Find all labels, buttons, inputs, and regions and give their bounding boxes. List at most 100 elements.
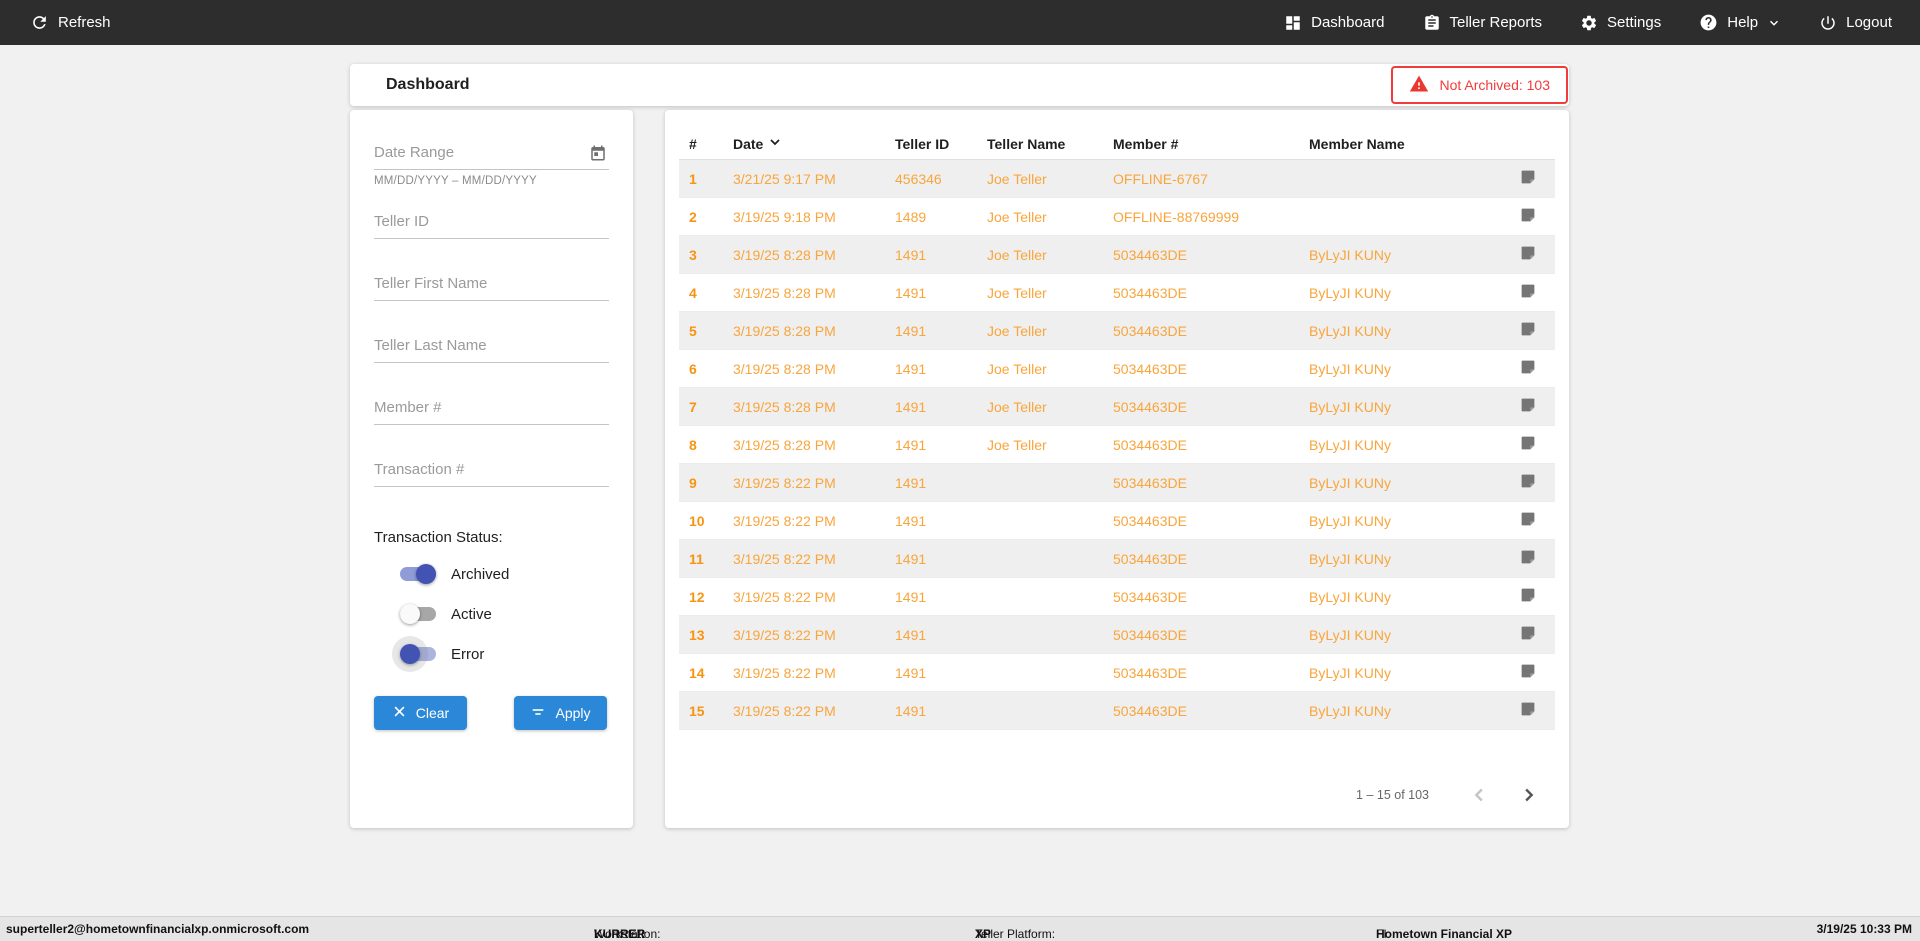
table-row[interactable]: 2 3/19/25 9:18 PM 1489 Joe Teller OFFLIN… xyxy=(679,198,1555,236)
cell-teller-name: Joe Teller xyxy=(987,360,1047,377)
not-archived-badge[interactable]: Not Archived: 103 xyxy=(1391,66,1568,104)
table-row[interactable]: 4 3/19/25 8:28 PM 1491 Joe Teller 503446… xyxy=(679,274,1555,312)
note-icon[interactable] xyxy=(1519,320,1537,341)
chevron-down-icon xyxy=(1767,16,1781,30)
table-header-row: # Date Teller ID Teller Name Member # Me… xyxy=(679,128,1555,160)
teller-last-name-input[interactable] xyxy=(374,329,609,363)
cell-teller-id: 1491 xyxy=(895,702,927,719)
table-row[interactable]: 12 3/19/25 8:22 PM 1491 5034463DE ByLyJI… xyxy=(679,578,1555,616)
status-bar: superteller2@hometownfinancialxp.onmicro… xyxy=(0,916,1920,941)
cell-teller-id: 1491 xyxy=(895,474,927,491)
note-icon[interactable] xyxy=(1519,662,1537,683)
cell-member-name: ByLyJI KUNy xyxy=(1309,436,1391,453)
cell-date: 3/19/25 8:22 PM xyxy=(733,588,836,605)
row-number: 5 xyxy=(689,322,697,339)
column-header-teller-id[interactable]: Teller ID xyxy=(895,136,987,152)
cell-member-name: ByLyJI KUNy xyxy=(1309,398,1391,415)
table-row[interactable]: 11 3/19/25 8:22 PM 1491 5034463DE ByLyJI… xyxy=(679,540,1555,578)
transaction-status-label: Transaction Status: xyxy=(374,529,503,546)
note-icon[interactable] xyxy=(1519,358,1537,379)
note-icon[interactable] xyxy=(1519,168,1537,189)
note-icon[interactable] xyxy=(1519,206,1537,227)
cell-member-name: ByLyJI KUNy xyxy=(1309,284,1391,301)
note-icon[interactable] xyxy=(1519,244,1537,265)
table-row[interactable]: 1 3/21/25 9:17 PM 456346 Joe Teller OFFL… xyxy=(679,160,1555,198)
nav-item-logout[interactable]: Logout xyxy=(1819,14,1892,32)
error-toggle[interactable] xyxy=(400,644,436,664)
toggle-row-error: Error xyxy=(400,642,609,666)
table-row[interactable]: 5 3/19/25 8:28 PM 1491 Joe Teller 503446… xyxy=(679,312,1555,350)
row-number: 10 xyxy=(689,512,705,529)
nav-item-help[interactable]: Help xyxy=(1699,13,1781,32)
cell-date: 3/19/25 8:28 PM xyxy=(733,322,836,339)
column-header-num[interactable]: # xyxy=(689,136,733,152)
table-row[interactable]: 13 3/19/25 8:22 PM 1491 5034463DE ByLyJI… xyxy=(679,616,1555,654)
cell-date: 3/19/25 8:22 PM xyxy=(733,626,836,643)
table-row[interactable]: 6 3/19/25 8:28 PM 1491 Joe Teller 503446… xyxy=(679,350,1555,388)
row-number: 8 xyxy=(689,436,697,453)
row-number: 13 xyxy=(689,626,705,643)
teller-id-input[interactable] xyxy=(374,205,609,239)
cell-member-number: 5034463DE xyxy=(1113,550,1187,567)
table-row[interactable]: 3 3/19/25 8:28 PM 1491 Joe Teller 503446… xyxy=(679,236,1555,274)
cell-date: 3/19/25 9:18 PM xyxy=(733,208,836,225)
dashboard-icon xyxy=(1284,14,1302,32)
teller-first-name-field xyxy=(374,267,609,301)
page-header: Dashboard Not Archived: 103 xyxy=(350,64,1569,106)
clear-button-label: Clear xyxy=(415,705,450,721)
nav-item-dashboard[interactable]: Dashboard xyxy=(1284,14,1385,32)
nav-item-teller-reports[interactable]: Teller Reports xyxy=(1423,14,1542,32)
cell-date: 3/19/25 8:28 PM xyxy=(733,398,836,415)
date-range-input[interactable] xyxy=(374,136,609,170)
column-header-member-number[interactable]: Member # xyxy=(1113,136,1309,152)
clear-button[interactable]: Clear xyxy=(374,696,467,730)
cell-teller-id: 1491 xyxy=(895,360,927,377)
table-row[interactable]: 9 3/19/25 8:22 PM 1491 5034463DE ByLyJI … xyxy=(679,464,1555,502)
archived-toggle[interactable] xyxy=(400,564,436,584)
row-number: 1 xyxy=(689,170,697,187)
cell-member-number: 5034463DE xyxy=(1113,702,1187,719)
note-icon[interactable] xyxy=(1519,624,1537,645)
row-number: 7 xyxy=(689,398,697,415)
member-number-input[interactable] xyxy=(374,391,609,425)
cell-member-number: 5034463DE xyxy=(1113,360,1187,377)
teller-first-name-input[interactable] xyxy=(374,267,609,301)
next-page-button[interactable] xyxy=(1517,784,1539,806)
cell-member-number: 5034463DE xyxy=(1113,246,1187,263)
table-body: 1 3/21/25 9:17 PM 456346 Joe Teller OFFL… xyxy=(679,160,1555,730)
column-header-teller-name[interactable]: Teller Name xyxy=(987,136,1113,152)
row-number: 2 xyxy=(689,208,697,225)
previous-page-button[interactable] xyxy=(1469,784,1491,806)
transaction-number-input[interactable] xyxy=(374,453,609,487)
sort-down-icon xyxy=(767,134,783,153)
teller-id-field xyxy=(374,205,609,239)
note-icon[interactable] xyxy=(1519,396,1537,417)
cell-teller-id: 1491 xyxy=(895,588,927,605)
refresh-button[interactable]: Refresh xyxy=(30,13,111,32)
note-icon[interactable] xyxy=(1519,586,1537,607)
table-row[interactable]: 15 3/19/25 8:22 PM 1491 5034463DE ByLyJI… xyxy=(679,692,1555,730)
refresh-label: Refresh xyxy=(58,14,111,31)
cell-teller-id: 1491 xyxy=(895,398,927,415)
cell-teller-name: Joe Teller xyxy=(987,170,1047,187)
cell-member-number: 5034463DE xyxy=(1113,626,1187,643)
apply-button[interactable]: Apply xyxy=(514,696,607,730)
note-icon[interactable] xyxy=(1519,510,1537,531)
nav-item-settings[interactable]: Settings xyxy=(1580,14,1661,32)
table-row[interactable]: 7 3/19/25 8:28 PM 1491 Joe Teller 503446… xyxy=(679,388,1555,426)
note-icon[interactable] xyxy=(1519,472,1537,493)
note-icon[interactable] xyxy=(1519,700,1537,721)
cell-member-name: ByLyJI KUNy xyxy=(1309,588,1391,605)
table-row[interactable]: 14 3/19/25 8:22 PM 1491 5034463DE ByLyJI… xyxy=(679,654,1555,692)
column-header-date[interactable]: Date xyxy=(733,134,895,153)
cell-member-number: 5034463DE xyxy=(1113,284,1187,301)
table-row[interactable]: 8 3/19/25 8:28 PM 1491 Joe Teller 503446… xyxy=(679,426,1555,464)
note-icon[interactable] xyxy=(1519,548,1537,569)
top-navbar: Refresh Dashboard Teller Reports Setting… xyxy=(0,0,1920,45)
active-toggle[interactable] xyxy=(400,604,436,624)
calendar-icon[interactable] xyxy=(589,144,607,167)
table-row[interactable]: 10 3/19/25 8:22 PM 1491 5034463DE ByLyJI… xyxy=(679,502,1555,540)
note-icon[interactable] xyxy=(1519,282,1537,303)
column-header-member-name[interactable]: Member Name xyxy=(1309,136,1501,152)
note-icon[interactable] xyxy=(1519,434,1537,455)
